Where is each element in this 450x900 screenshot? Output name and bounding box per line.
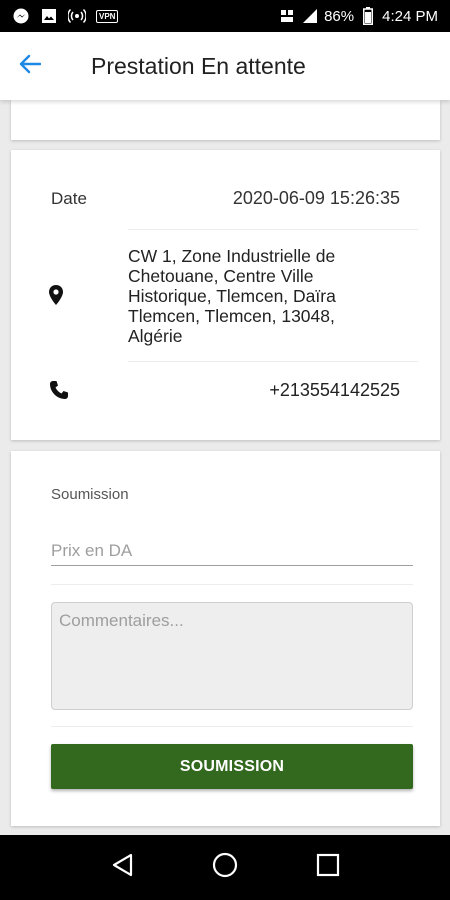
divider	[128, 229, 418, 230]
image-icon	[40, 7, 58, 25]
phone-icon[interactable]	[49, 380, 69, 400]
submission-card: Soumission SOUMISSION	[11, 451, 440, 826]
date-label: Date	[51, 189, 87, 208]
previous-card	[11, 100, 440, 140]
clock: 4:24 PM	[382, 7, 438, 25]
divider	[51, 726, 413, 727]
submission-label: Soumission	[51, 486, 129, 503]
recents-square-icon	[316, 853, 340, 882]
messenger-icon	[12, 7, 30, 25]
phone-number[interactable]: +213554142525	[269, 380, 400, 401]
location-pin-icon	[49, 285, 67, 307]
network-icon	[278, 7, 296, 25]
page-title: Prestation En attente	[91, 52, 306, 79]
details-card: Date 2020-06-09 15:26:35 CW 1, Zone Indu…	[11, 150, 440, 440]
back-triangle-icon	[111, 853, 133, 882]
system-nav-bar	[0, 835, 450, 900]
signal-icon	[301, 7, 319, 25]
vpn-icon: VPN	[96, 9, 119, 23]
hotspot-icon	[68, 7, 86, 25]
nav-home-button[interactable]	[205, 848, 245, 888]
battery-icon	[359, 7, 377, 25]
status-bar: VPN 86% 4:24 PM	[0, 0, 450, 32]
submit-button[interactable]: SOUMISSION	[51, 744, 413, 789]
comment-textarea[interactable]	[51, 602, 413, 710]
back-button[interactable]	[0, 32, 60, 100]
nav-back-button[interactable]	[102, 848, 142, 888]
app-bar: Prestation En attente	[0, 32, 450, 100]
battery-percent: 86%	[324, 7, 355, 25]
nav-recents-button[interactable]	[308, 848, 348, 888]
address-text: CW 1, Zone Industrielle de Chetouane, Ce…	[128, 246, 336, 346]
home-circle-icon	[212, 852, 238, 883]
arrow-left-icon	[19, 54, 42, 79]
status-bar-left: VPN	[12, 7, 119, 25]
divider	[51, 584, 413, 585]
date-value: 2020-06-09 15:26:35	[232, 188, 400, 208]
divider	[128, 361, 418, 362]
price-input[interactable]	[51, 536, 413, 566]
status-bar-right: 86% 4:24 PM	[278, 7, 438, 25]
